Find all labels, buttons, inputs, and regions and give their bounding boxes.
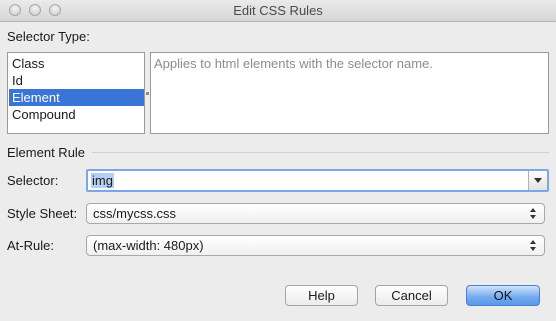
at-rule-select[interactable]: (max-width: 480px): [86, 235, 545, 256]
window-title: Edit CSS Rules: [233, 3, 323, 18]
section-divider: [92, 152, 549, 153]
up-down-arrows-icon: [530, 208, 537, 220]
style-sheet-value: css/mycss.css: [93, 206, 177, 221]
style-sheet-select[interactable]: css/mycss.css: [86, 203, 545, 224]
selector-input[interactable]: img: [91, 173, 114, 189]
list-item-compound[interactable]: Compound: [9, 106, 144, 123]
style-sheet-label: Style Sheet:: [7, 206, 78, 221]
selector-input-value: img: [91, 173, 114, 188]
selector-type-label: Selector Type:: [7, 29, 90, 44]
at-rule-label: At-Rule:: [7, 238, 54, 253]
selector-combobox[interactable]: img: [86, 169, 549, 192]
at-rule-value: (max-width: 480px): [93, 238, 204, 253]
list-item-class[interactable]: Class: [9, 55, 144, 72]
selector-dropdown-button[interactable]: [528, 171, 547, 190]
list-item-element[interactable]: Element: [9, 89, 144, 106]
list-item-id[interactable]: Id: [9, 72, 144, 89]
selector-type-list[interactable]: Class Id Element Compound: [7, 52, 145, 134]
chevron-down-icon: [534, 178, 542, 183]
grip-icon: [146, 92, 149, 95]
ok-button[interactable]: OK: [466, 285, 540, 306]
selector-description: Applies to html elements with the select…: [150, 52, 549, 134]
title-bar: Edit CSS Rules: [0, 0, 556, 22]
edit-css-rules-dialog: Edit CSS Rules Selector Type: Class Id E…: [0, 0, 556, 321]
selector-label: Selector:: [7, 173, 59, 188]
cancel-button[interactable]: Cancel: [375, 285, 448, 306]
up-down-arrows-icon: [530, 240, 537, 252]
element-rule-heading: Element Rule: [7, 145, 86, 160]
help-button[interactable]: Help: [285, 285, 358, 306]
